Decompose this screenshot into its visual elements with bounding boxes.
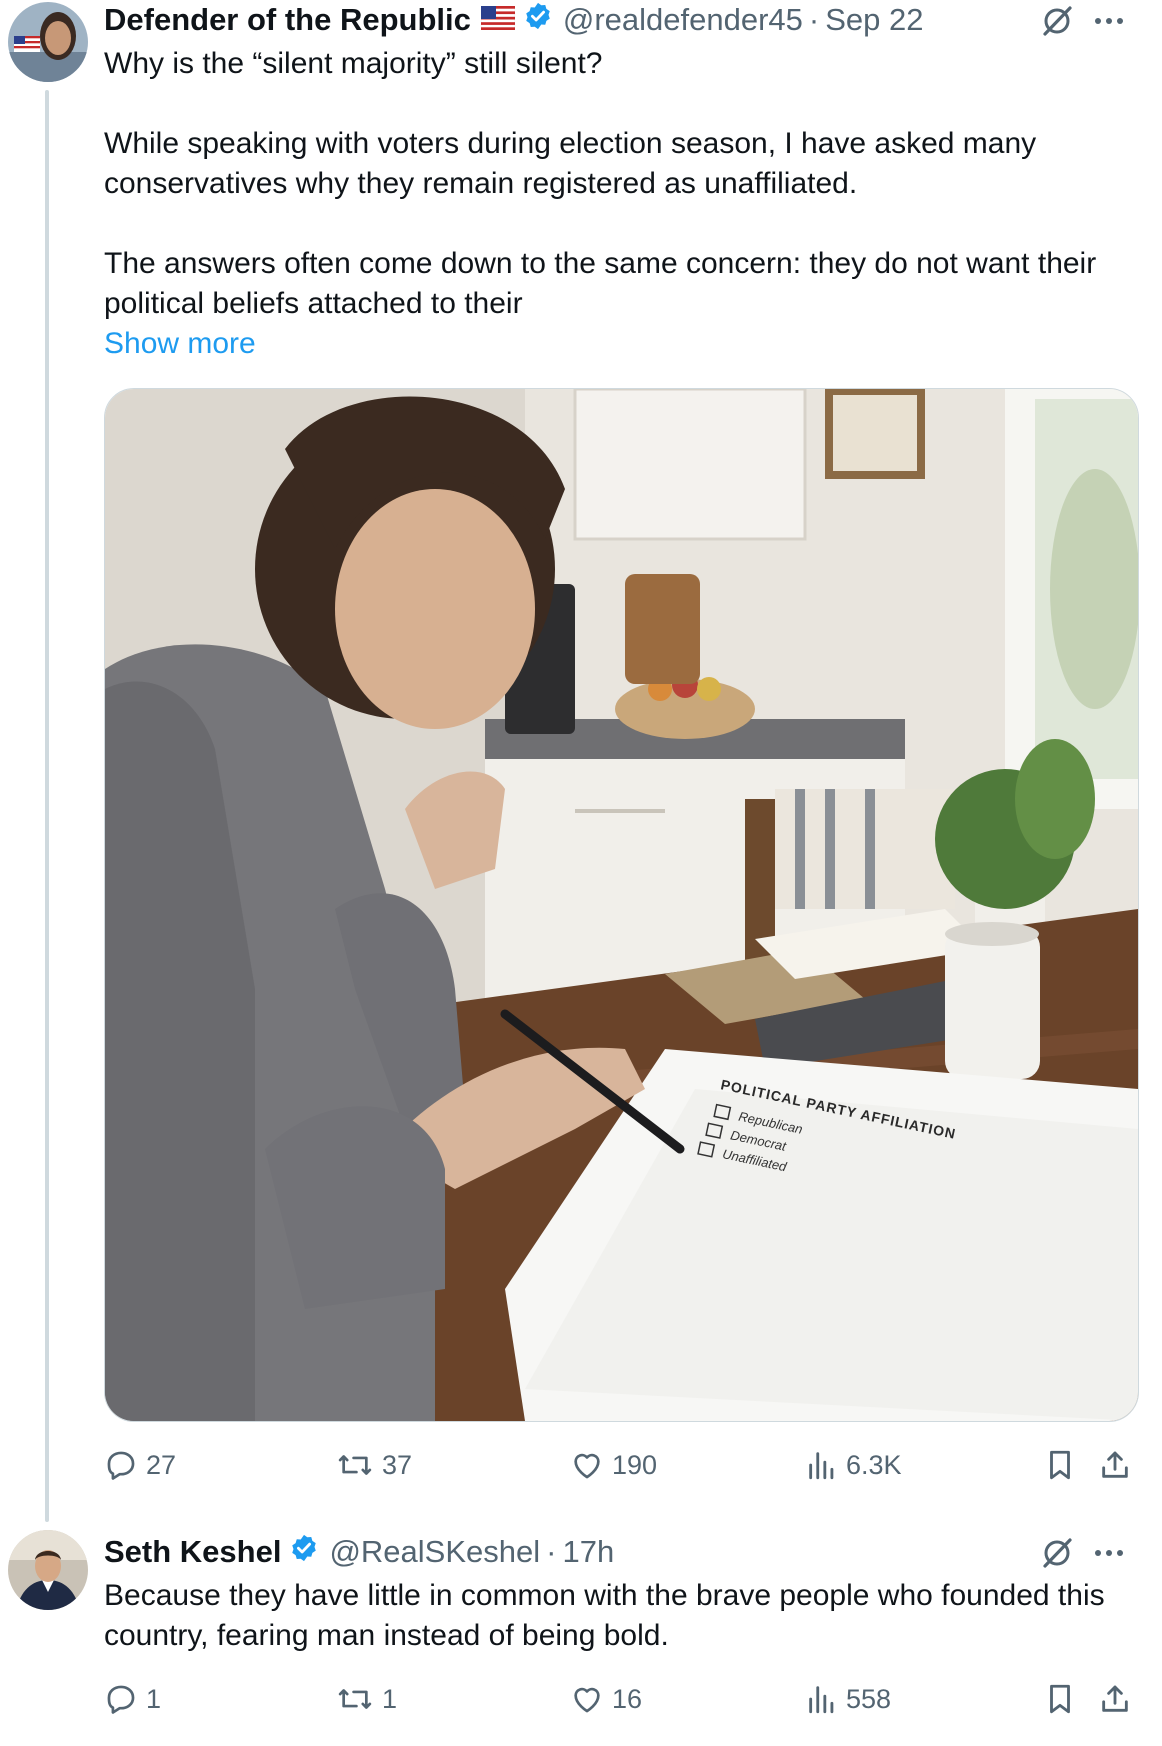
views-count: 558	[846, 1683, 892, 1714]
views-count: 6.3K	[846, 1449, 902, 1480]
author-name[interactable]: Defender of the Republic	[104, 2, 471, 38]
share-icon	[1098, 1682, 1132, 1716]
reply-text: Because they have little in common with …	[104, 1579, 1105, 1652]
repost-icon	[336, 1448, 374, 1482]
tweet-paragraph-1: While speaking with voters during electi…	[104, 127, 1037, 200]
views-button[interactable]: 558	[806, 1682, 891, 1716]
show-more-link[interactable]: Show more	[104, 324, 1134, 364]
kitchen-scene-illustration: POLITICAL PARTY AFFILIATION Republican D…	[105, 389, 1138, 1421]
tweet-media-image[interactable]: POLITICAL PARTY AFFILIATION Republican D…	[104, 388, 1139, 1422]
reply-author-avatar[interactable]	[8, 1530, 88, 1610]
share-button[interactable]	[1098, 1682, 1132, 1716]
views-icon	[806, 1448, 838, 1482]
views-button[interactable]: 6.3K	[806, 1448, 902, 1482]
more-options-icon[interactable]	[1095, 18, 1123, 24]
grok-icon[interactable]	[1040, 1536, 1074, 1575]
reply-icon	[104, 1682, 138, 1716]
tweet-timestamp[interactable]: Sep 22	[825, 2, 923, 38]
reply-icon	[104, 1448, 138, 1482]
bookmark-icon	[1044, 1682, 1076, 1716]
like-count: 190	[612, 1449, 658, 1480]
reply-button[interactable]: 27	[104, 1448, 176, 1482]
reply-author-handle[interactable]: @RealSKeshel	[329, 1534, 540, 1570]
repost-icon	[336, 1682, 374, 1716]
bookmark-icon	[1044, 1448, 1076, 1482]
like-count: 16	[612, 1683, 643, 1714]
repost-count: 37	[382, 1449, 413, 1480]
reply-header: Seth Keshel @RealSKeshel · 17h	[104, 1532, 614, 1572]
repost-button[interactable]: 1	[336, 1682, 397, 1716]
thread-connector-line	[45, 90, 49, 1522]
separator-dot: ·	[546, 1534, 557, 1569]
reply-body: Because they have little in common with …	[104, 1576, 1134, 1656]
verified-badge-icon[interactable]	[289, 1533, 319, 1571]
us-flag-icon	[480, 2, 516, 38]
reply-button[interactable]: 1	[104, 1682, 161, 1716]
like-icon	[570, 1448, 604, 1482]
tweet-header: Defender of the Republic @realdefender45…	[104, 0, 924, 40]
like-button[interactable]: 16	[570, 1682, 642, 1716]
author-avatar[interactable]	[8, 2, 88, 82]
repost-count: 1	[382, 1683, 398, 1714]
tweet-paragraph-2: The answers often come down to the same …	[104, 247, 1097, 320]
tweet-headline: Why is the “silent majority” still silen…	[104, 47, 603, 80]
verified-badge-icon[interactable]	[523, 1, 553, 39]
reply-count: 27	[146, 1449, 177, 1480]
like-button[interactable]: 190	[570, 1448, 657, 1482]
reply-timestamp[interactable]: 17h	[562, 1534, 614, 1570]
more-options-icon[interactable]	[1095, 1550, 1123, 1556]
reply-action-bar: 1 1 16 558	[104, 1682, 1144, 1722]
views-icon	[806, 1682, 838, 1716]
bookmark-button[interactable]	[1044, 1682, 1076, 1716]
like-icon	[570, 1682, 604, 1716]
tweet-action-bar: 27 37 190 6.3K	[104, 1448, 1144, 1488]
share-button[interactable]	[1098, 1448, 1132, 1482]
reply-count: 1	[146, 1683, 162, 1714]
grok-icon[interactable]	[1040, 4, 1074, 43]
tweet-body: Why is the “silent majority” still silen…	[104, 44, 1134, 364]
separator-dot: ·	[808, 2, 820, 37]
repost-button[interactable]: 37	[336, 1448, 412, 1482]
bookmark-button[interactable]	[1044, 1448, 1076, 1482]
reply-author-name[interactable]: Seth Keshel	[104, 1534, 281, 1570]
share-icon	[1098, 1448, 1132, 1482]
author-handle[interactable]: @realdefender45	[563, 2, 803, 38]
